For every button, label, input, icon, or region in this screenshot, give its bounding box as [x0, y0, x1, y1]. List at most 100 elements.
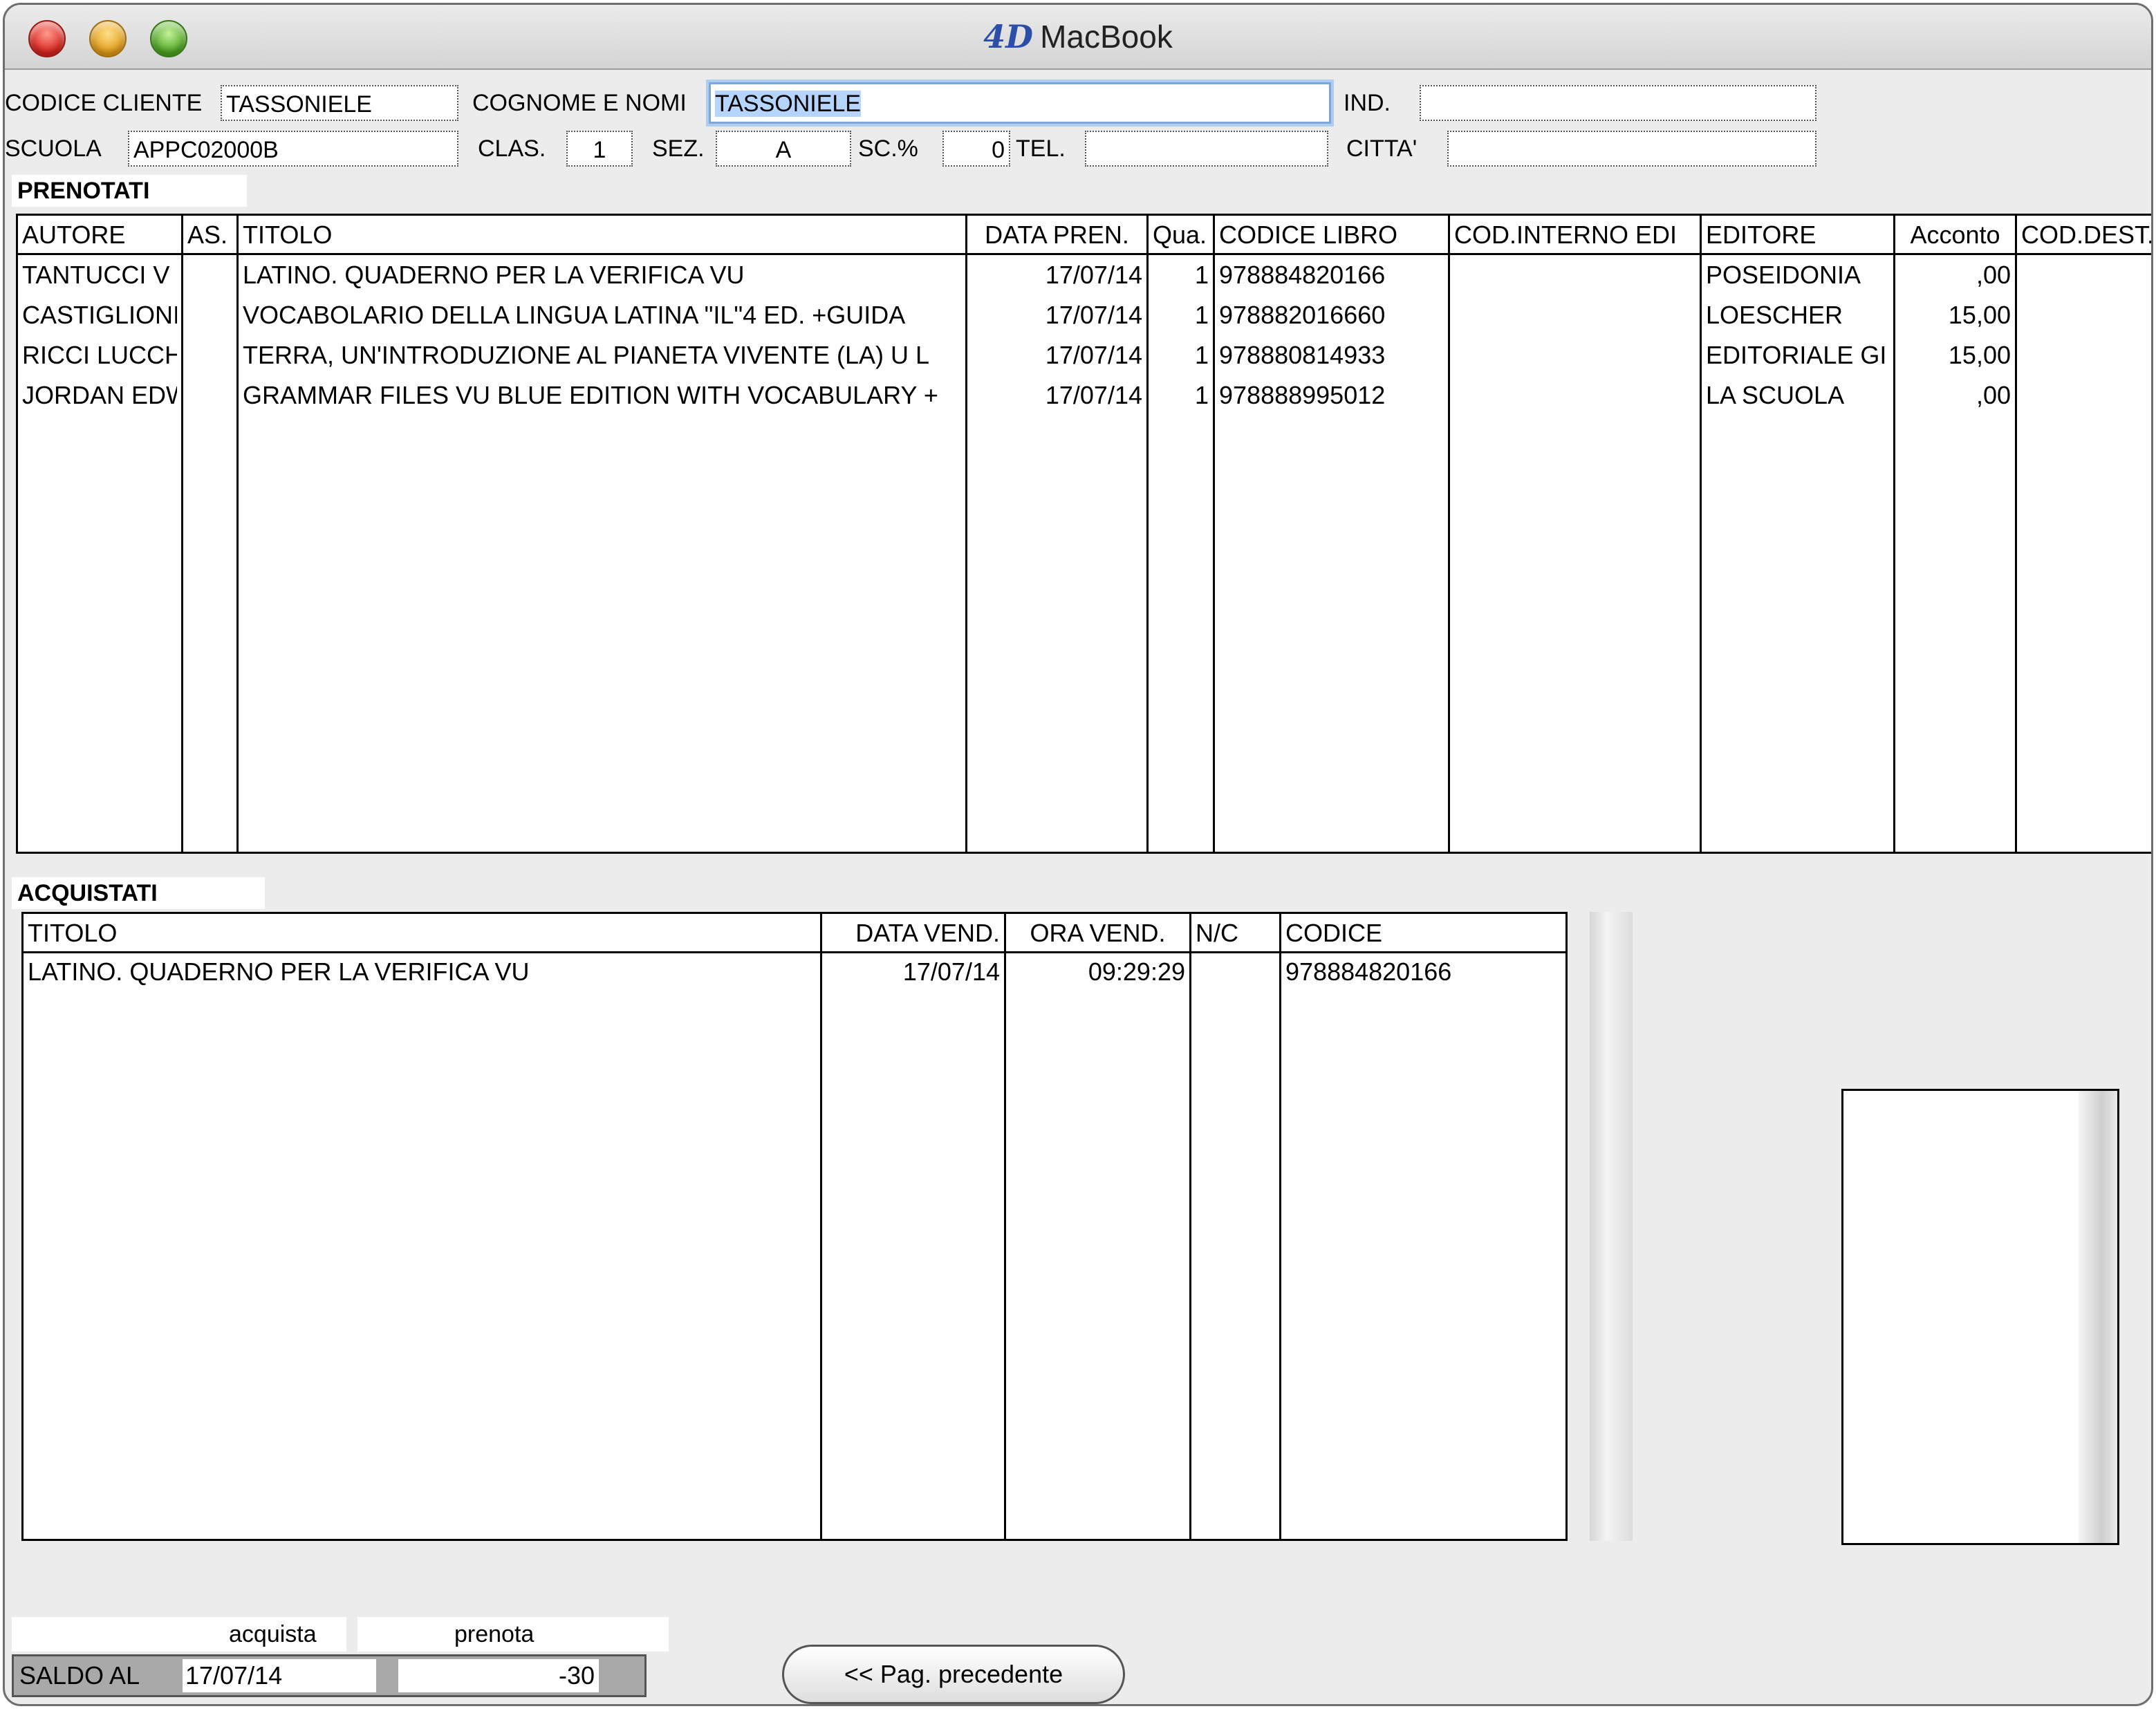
- prenotati-cell[interactable]: [1454, 296, 1695, 335]
- acquistati-cell[interactable]: LATINO. QUADERNO PER LA VERIFICA VU: [28, 953, 816, 991]
- saldo-header-gap: [346, 1617, 357, 1652]
- clas-field[interactable]: 1: [566, 131, 633, 167]
- scuola-label: SCUOLA: [5, 131, 102, 167]
- prenotati-cell[interactable]: 15,00: [1899, 296, 2011, 335]
- acquistati-cell[interactable]: 09:29:29: [1010, 953, 1185, 991]
- citta-field[interactable]: [1447, 131, 1816, 167]
- prenotati-cell[interactable]: TANTUCCI V: [22, 256, 177, 294]
- prenotati-cell[interactable]: [2021, 376, 2151, 415]
- prenotati-section-title: PRENOTATI: [12, 175, 247, 207]
- prenotati-cell[interactable]: [187, 376, 232, 415]
- prenotati-cell[interactable]: 1: [1153, 376, 1209, 415]
- acquistati-cell[interactable]: [1196, 953, 1275, 991]
- prenotati-col-divider: [1213, 216, 1215, 852]
- prenotati-cell[interactable]: [2021, 296, 2151, 335]
- prenotati-cell[interactable]: [1454, 376, 1695, 415]
- prenotati-cell[interactable]: POSEIDONIA: [1706, 256, 1889, 294]
- acquistati-column-header[interactable]: TITOLO: [28, 915, 816, 950]
- cognome-nome-value: TASSONIELE: [715, 91, 861, 117]
- prenotati-table[interactable]: AUTORE AS. TITOLO DATA PREN. Qua. CODICE LIBR…: [16, 214, 2151, 854]
- prenotati-cell[interactable]: VOCABOLARIO DELLA LINGUA LATINA "IL"4 ED…: [243, 296, 961, 335]
- prenotati-cell[interactable]: 1: [1153, 296, 1209, 335]
- prenotati-column-header[interactable]: Qua.: [1153, 217, 1209, 252]
- prenotati-cell[interactable]: 1: [1153, 336, 1209, 375]
- acquista-label: acquista: [229, 1621, 317, 1647]
- prenotati-cell[interactable]: GRAMMAR FILES VU BLUE EDITION WITH VOCAB…: [243, 376, 961, 415]
- prenotati-cell[interactable]: TERRA, UN'INTRODUZIONE AL PIANETA VIVENT…: [243, 336, 961, 375]
- sc-percent-field[interactable]: 0: [942, 131, 1010, 167]
- acquistati-col-divider: [1004, 914, 1006, 1539]
- application-window: 4D MacBook CODICE CLIENTE TASSONIELE COGN…: [3, 3, 2153, 1706]
- prenotati-cell[interactable]: RICCI LUCCH: [22, 336, 177, 375]
- prenotati-cell[interactable]: 978880814933: [1219, 336, 1444, 375]
- acquistati-cell[interactable]: 17/07/14: [826, 953, 1000, 991]
- prenotati-column-header[interactable]: CODICE LIBRO: [1219, 217, 1444, 252]
- prenotati-cell[interactable]: JORDAN EDW: [22, 376, 177, 415]
- cognome-nome-label: COGNOME E NOMI: [472, 85, 687, 121]
- prenotati-column-header[interactable]: COD.INTERNO EDI: [1454, 217, 1695, 252]
- tel-field[interactable]: [1085, 131, 1328, 167]
- saldo-bar: SALDO AL 17/07/14 -30: [12, 1654, 647, 1697]
- image-box-scroll-edge: [2079, 1091, 2117, 1543]
- prenotati-cell[interactable]: [2021, 256, 2151, 294]
- prenotati-cell[interactable]: [187, 336, 232, 375]
- prenotati-column-header[interactable]: AS.: [187, 217, 232, 252]
- prenotati-cell[interactable]: LOESCHER: [1706, 296, 1889, 335]
- prenotati-cell[interactable]: 17/07/14: [972, 296, 1142, 335]
- prenotati-col-divider: [965, 216, 967, 852]
- acquistati-column-header[interactable]: N/C: [1196, 915, 1275, 950]
- cognome-nome-field[interactable]: TASSONIELE: [709, 82, 1331, 124]
- prenotati-cell[interactable]: ,00: [1899, 256, 2011, 294]
- acquistati-column-header[interactable]: ORA VEND.: [1010, 915, 1185, 950]
- prenotati-column-header[interactable]: AUTORE: [22, 217, 177, 252]
- prenotati-col-divider: [1893, 216, 1895, 852]
- scuola-field[interactable]: APPC02000B: [128, 131, 458, 167]
- prenotati-cell[interactable]: EDITORIALE GI: [1706, 336, 1889, 375]
- prenotati-column-header[interactable]: COD.DEST.: [2021, 217, 2151, 252]
- prenotati-cell[interactable]: LA SCUOLA: [1706, 376, 1889, 415]
- ind-field[interactable]: [1420, 85, 1816, 121]
- acquistati-table[interactable]: TITOLO DATA VEND. ORA VEND. N/C CODICE LATINO…: [21, 912, 1568, 1541]
- prenotati-cell[interactable]: [1454, 336, 1695, 375]
- prenota-label: prenota: [454, 1621, 535, 1647]
- prenotati-col-divider: [1146, 216, 1149, 852]
- sc-percent-label: SC.%: [858, 131, 918, 167]
- prenotati-cell[interactable]: 17/07/14: [972, 376, 1142, 415]
- prenotati-cell[interactable]: 978884820166: [1219, 256, 1444, 294]
- prenotati-cell[interactable]: [2021, 336, 2151, 375]
- prenotati-cell[interactable]: [1454, 256, 1695, 294]
- sez-label: SEZ.: [652, 131, 705, 167]
- sez-field[interactable]: A: [716, 131, 851, 167]
- acquistati-col-divider: [1279, 914, 1281, 1539]
- acquistati-column-header[interactable]: CODICE: [1285, 915, 1565, 950]
- saldo-date-field[interactable]: 17/07/14: [183, 1659, 376, 1692]
- prenotati-cell[interactable]: 978888995012: [1219, 376, 1444, 415]
- prenotati-column-header[interactable]: EDITORE: [1706, 217, 1889, 252]
- clas-label: CLAS.: [478, 131, 546, 167]
- prenotati-cell[interactable]: 15,00: [1899, 336, 2011, 375]
- acquistati-column-header[interactable]: DATA VEND.: [826, 915, 1000, 950]
- prenotati-cell[interactable]: [187, 256, 232, 294]
- prenotati-cell[interactable]: 17/07/14: [972, 336, 1142, 375]
- prenotati-cell[interactable]: ,00: [1899, 376, 2011, 415]
- prenotati-cell[interactable]: 1: [1153, 256, 1209, 294]
- prenotati-column-header[interactable]: Acconto: [1899, 217, 2011, 252]
- prenotati-cell[interactable]: 978882016660: [1219, 296, 1444, 335]
- codice-cliente-field[interactable]: TASSONIELE: [221, 85, 458, 121]
- prenotati-col-divider: [181, 216, 183, 852]
- saldo-value-field[interactable]: -30: [398, 1659, 599, 1692]
- acquistati-cell[interactable]: 978884820166: [1285, 953, 1565, 991]
- title-bar[interactable]: 4D MacBook: [5, 5, 2151, 70]
- prenotati-col-divider: [2015, 216, 2017, 852]
- previous-page-button[interactable]: << Pag. precedente: [782, 1645, 1125, 1704]
- prenotati-column-header[interactable]: DATA PREN.: [972, 217, 1142, 252]
- prenotati-col-divider: [1700, 216, 1702, 852]
- prenotati-cell[interactable]: LATINO. QUADERNO PER LA VERIFICA VU: [243, 256, 961, 294]
- acquistati-scrollbar[interactable]: [1590, 912, 1633, 1541]
- tel-label: TEL.: [1016, 131, 1066, 167]
- prenotati-cell[interactable]: CASTIGLIONI: [22, 296, 177, 335]
- prenotati-cell[interactable]: [187, 296, 232, 335]
- window-title-text: MacBook: [1040, 19, 1173, 55]
- prenotati-column-header[interactable]: TITOLO: [243, 217, 961, 252]
- prenotati-cell[interactable]: 17/07/14: [972, 256, 1142, 294]
